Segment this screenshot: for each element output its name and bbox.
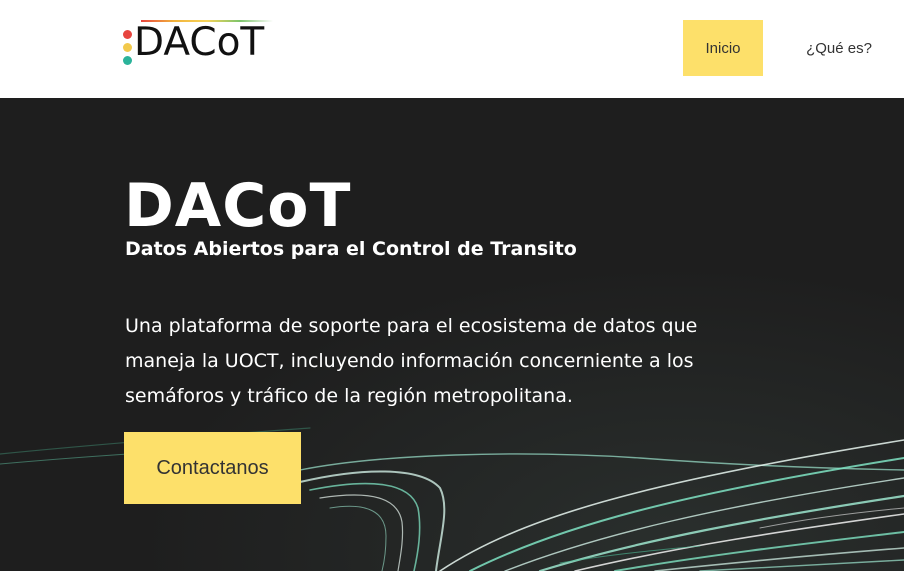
contactanos-button[interactable]: Contactanos (124, 432, 301, 504)
traffic-light-yellow-icon (123, 43, 132, 52)
hero-section: DACoT Datos Abiertos para el Control de … (0, 98, 904, 571)
dacot-logo[interactable]: DACoT (123, 18, 283, 70)
hero-description: Una plataforma de soporte para el ecosis… (125, 315, 698, 407)
nav-link-que-es[interactable]: ¿Qué es? (797, 20, 881, 76)
traffic-light-red-icon (123, 30, 132, 39)
hero-title: DACoT (124, 171, 352, 241)
logo-text: DACoT (134, 20, 265, 65)
traffic-light-green-icon (123, 56, 132, 65)
hero-subtitle: Datos Abiertos para el Control de Transi… (125, 238, 577, 260)
site-header: DACoT Inicio ¿Qué es? (0, 0, 904, 98)
nav-link-inicio[interactable]: Inicio (683, 20, 763, 76)
